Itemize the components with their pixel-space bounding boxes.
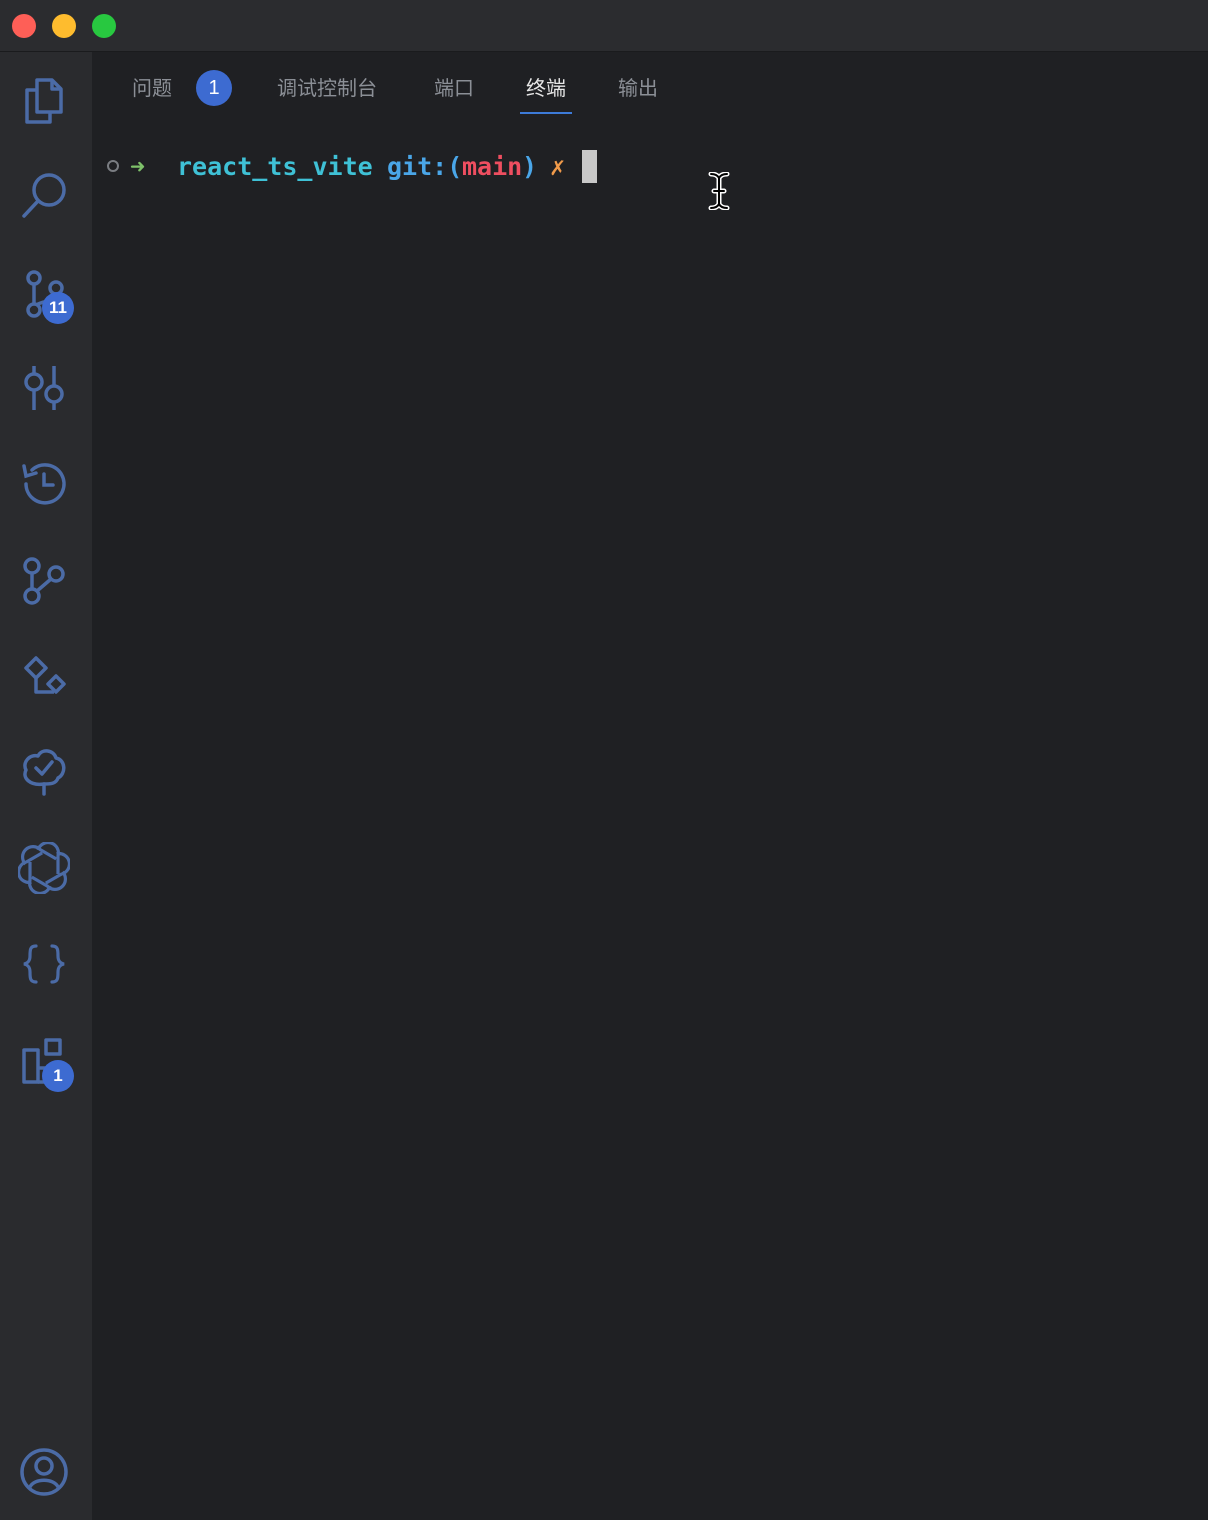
tab-problems[interactable]: 问题 1 xyxy=(132,70,232,116)
window-titlebar xyxy=(0,0,1208,52)
terminal-line[interactable]: ➜ react_ts_vite git:( main ) ✗ xyxy=(92,147,1208,187)
prompt-directory: react_ts_vite xyxy=(177,152,373,181)
files-icon xyxy=(25,78,63,124)
minimize-window-button[interactable] xyxy=(52,14,76,38)
close-window-button[interactable] xyxy=(12,14,36,38)
maximize-window-button[interactable] xyxy=(92,14,116,38)
activity-chatgpt[interactable] xyxy=(14,838,74,898)
activity-testing[interactable] xyxy=(14,742,74,802)
activity-json[interactable] xyxy=(14,934,74,994)
activity-git-graph[interactable] xyxy=(14,550,74,610)
activity-run-debug[interactable] xyxy=(14,358,74,418)
activity-timeline[interactable] xyxy=(14,454,74,514)
tab-terminal[interactable]: 终端 xyxy=(520,72,572,116)
panel-tabs: 问题 1 调试控制台 端口 终端 输出 xyxy=(92,52,1208,124)
prompt-git-prefix: git:( xyxy=(387,152,463,181)
test-tree-icon xyxy=(23,749,66,796)
prompt-git-suffix: ) xyxy=(522,152,538,181)
tab-terminal-label: 终端 xyxy=(526,76,566,100)
activity-remote-explorer[interactable] xyxy=(14,646,74,706)
extensions-badge: 1 xyxy=(42,1060,74,1092)
activity-account[interactable] xyxy=(14,1442,74,1502)
prompt-dirty-mark: ✗ xyxy=(550,152,566,181)
prompt-branch: main xyxy=(462,152,523,181)
terminal-cursor xyxy=(582,150,597,183)
tab-problems-label: 问题 xyxy=(132,76,172,100)
text-cursor-icon xyxy=(708,172,730,210)
activity-extensions[interactable]: 1 xyxy=(14,1032,74,1092)
tab-debug-console[interactable]: 调试控制台 xyxy=(277,72,377,116)
activity-bar: 11 1 xyxy=(0,52,92,1520)
remote-explorer-icon xyxy=(24,656,66,694)
source-control-badge: 11 xyxy=(42,292,74,324)
problems-count-badge: 1 xyxy=(196,70,232,106)
active-tab-indicator xyxy=(520,112,572,114)
bottom-panel: 问题 1 调试控制台 端口 终端 输出 ➜ react_ts_vite git:… xyxy=(92,52,1208,1520)
tab-ports-label: 端口 xyxy=(434,76,474,100)
activity-explorer[interactable] xyxy=(14,70,74,130)
tab-ports[interactable]: 端口 xyxy=(434,72,474,116)
debug-icon xyxy=(24,366,64,410)
json-braces-icon xyxy=(23,944,65,984)
openai-icon xyxy=(18,842,70,894)
git-graph-icon xyxy=(23,557,65,605)
tab-debug-console-label: 调试控制台 xyxy=(277,76,377,100)
tab-output[interactable]: 输出 xyxy=(618,72,658,116)
prompt-arrow: ➜ xyxy=(130,152,146,181)
activity-source-control[interactable]: 11 xyxy=(14,264,74,324)
search-icon xyxy=(22,173,66,218)
command-decoration-icon[interactable] xyxy=(107,160,119,172)
timeline-icon xyxy=(22,463,66,505)
tab-output-label: 输出 xyxy=(618,76,658,100)
activity-search[interactable] xyxy=(14,166,74,226)
account-icon xyxy=(20,1448,68,1496)
